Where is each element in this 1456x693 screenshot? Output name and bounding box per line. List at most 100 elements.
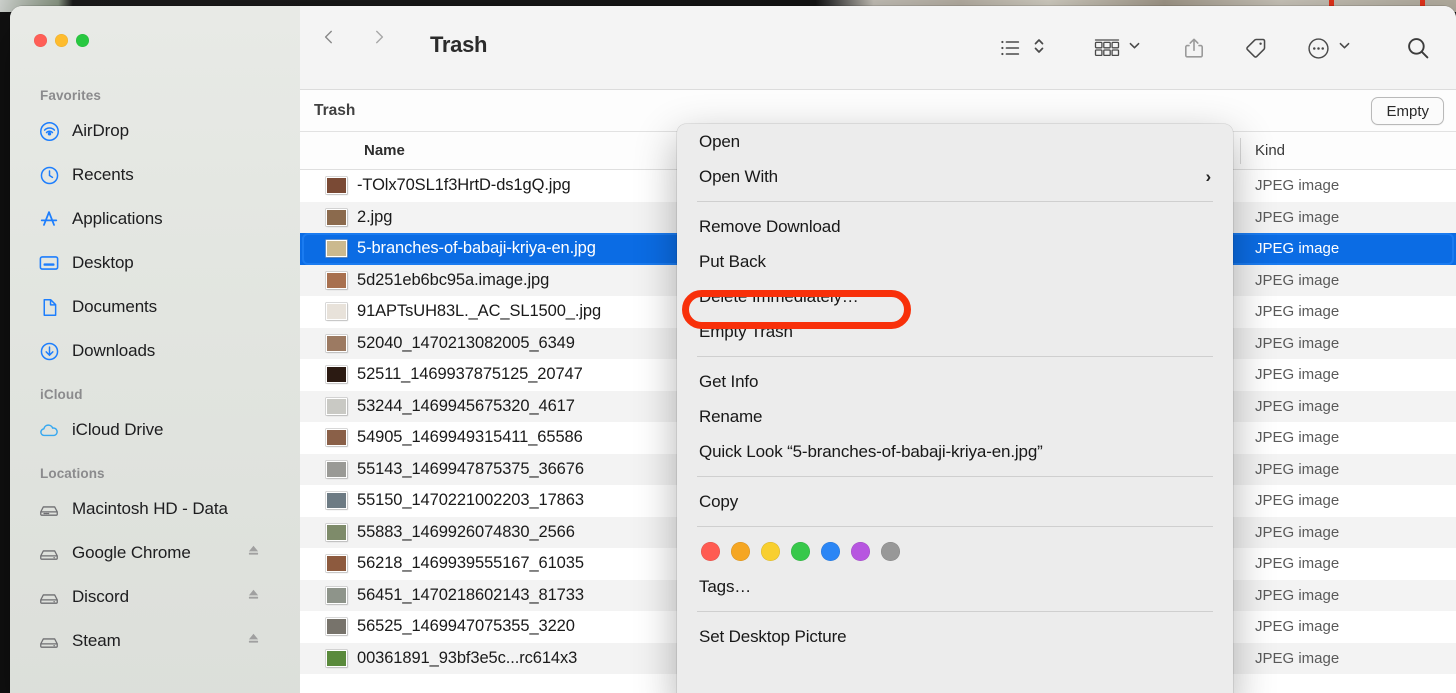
screen: Favorites AirDrop [0,0,1456,693]
file-thumbnail [326,335,347,352]
window-title: Trash [430,32,487,58]
menu-item[interactable]: Put Back [677,244,1233,279]
file-kind: JPEG image [1255,524,1339,541]
minimize-button[interactable] [55,34,68,47]
column-header-kind[interactable]: Kind [1255,142,1285,159]
window-traffic-lights[interactable] [34,34,89,47]
sidebar-item-recents[interactable]: Recents [10,153,300,197]
sidebar-item-applications[interactable]: Applications [10,197,300,241]
sidebar-item-desktop[interactable]: Desktop [10,241,300,285]
menu-item[interactable]: Set Desktop Picture [677,619,1233,654]
sidebar-item-google-chrome[interactable]: Google Chrome [10,531,300,575]
chevron-down-icon[interactable] [1338,39,1351,57]
file-name: 55883_1469926074830_2566 [357,523,575,542]
menu-item-label: Open With [699,167,778,187]
menu-item[interactable]: Open [677,124,1233,159]
menu-item-label: Get Info [699,372,758,392]
file-kind: JPEG image [1255,492,1339,509]
sidebar-item-icloud-drive[interactable]: iCloud Drive [10,408,300,452]
file-name: 53244_1469945675320_4617 [357,397,575,416]
sidebar-item-airdrop[interactable]: AirDrop [10,109,300,153]
tag-color-dot[interactable] [731,542,750,561]
menu-item[interactable]: Tags… [677,569,1233,604]
chevron-right-icon: › [1205,167,1211,187]
empty-trash-button[interactable]: Empty [1371,97,1444,125]
finder-window: Favorites AirDrop [10,6,1456,693]
file-name: 54905_1469949315411_65586 [357,428,583,447]
sidebar-item-downloads[interactable]: Downloads [10,329,300,373]
context-menu[interactable]: Open Open With › Remove Download Put Back Del… [677,124,1233,693]
chevron-down-icon[interactable] [1128,39,1141,57]
tag-color-row[interactable] [677,534,1233,569]
menu-item[interactable]: Delete Immediately… [677,279,1233,314]
sidebar-item-label: Discord [72,587,129,607]
file-name: 5-branches-of-babaji-kriya-en.jpg [357,239,596,258]
tag-color-dot[interactable] [881,542,900,561]
more-actions-button[interactable] [1297,26,1360,70]
file-name: 56525_1469947075355_3220 [357,617,575,636]
tag-color-dot[interactable] [761,542,780,561]
eject-icon[interactable] [245,542,262,564]
menu-item-label: Put Back [699,252,766,272]
sidebar-group-locations: Locations Macintosh HD - Data [10,462,300,663]
sidebar-item-documents[interactable]: Documents [10,285,300,329]
download-icon [38,340,60,362]
share-button[interactable] [1174,26,1214,70]
menu-separator [697,476,1213,477]
applications-icon [38,208,60,230]
current-location-label: Trash [314,102,355,120]
file-kind: JPEG image [1255,429,1339,446]
group-by-button[interactable] [1084,26,1150,70]
file-thumbnail [326,398,347,415]
menu-item-label: Remove Download [699,217,840,237]
sidebar-item-steam[interactable]: Steam [10,619,300,663]
sidebar-item-macintosh-hd-data[interactable]: Macintosh HD - Data [10,487,300,531]
sidebar-item-label: AirDrop [72,121,129,141]
menu-item[interactable]: Open With › [677,159,1233,194]
tag-color-dot[interactable] [821,542,840,561]
tags-button[interactable] [1234,26,1277,70]
menu-separator [697,201,1213,202]
menu-item[interactable]: Get Info [677,364,1233,399]
forward-icon[interactable] [370,28,388,46]
file-thumbnail [326,587,347,604]
desktop-icon [38,252,60,274]
view-list-button[interactable] [991,26,1054,70]
file-thumbnail [326,555,347,572]
file-name: 52511_1469937875125_20747 [357,365,583,384]
tag-color-dot[interactable] [851,542,870,561]
sidebar: Favorites AirDrop [10,6,300,693]
back-icon[interactable] [320,28,338,46]
file-kind: JPEG image [1255,303,1339,320]
toolbar-actions [991,26,1440,70]
file-kind: JPEG image [1255,555,1339,572]
eject-icon[interactable] [245,586,262,608]
menu-item[interactable]: Remove Download [677,209,1233,244]
file-kind: JPEG image [1255,650,1339,667]
close-button[interactable] [34,34,47,47]
menu-separator [697,611,1213,612]
menu-item[interactable]: Empty Trash [677,314,1233,349]
sidebar-group-title: iCloud [10,383,300,408]
tag-color-dot[interactable] [791,542,810,561]
file-kind: JPEG image [1255,618,1339,635]
nav-buttons [320,28,388,46]
menu-item[interactable]: Copy [677,484,1233,519]
column-divider[interactable] [1240,138,1241,164]
sidebar-item-discord[interactable]: Discord [10,575,300,619]
zoom-button[interactable] [76,34,89,47]
menu-item-label: Set Desktop Picture [699,627,846,647]
column-header-name[interactable]: Name [364,142,405,159]
disk-icon [38,586,60,608]
file-name: 56218_1469939555167_61035 [357,554,584,573]
menu-item[interactable]: Rename [677,399,1233,434]
file-thumbnail [326,240,347,257]
document-icon [38,296,60,318]
sort-updown-icon[interactable] [1033,36,1045,61]
sidebar-item-label: Steam [72,631,121,651]
sidebar-item-label: Google Chrome [72,543,191,563]
eject-icon[interactable] [245,630,262,652]
search-button[interactable] [1396,26,1440,70]
menu-item[interactable]: Quick Look “5-branches-of-babaji-kriya-e… [677,434,1233,469]
tag-color-dot[interactable] [701,542,720,561]
